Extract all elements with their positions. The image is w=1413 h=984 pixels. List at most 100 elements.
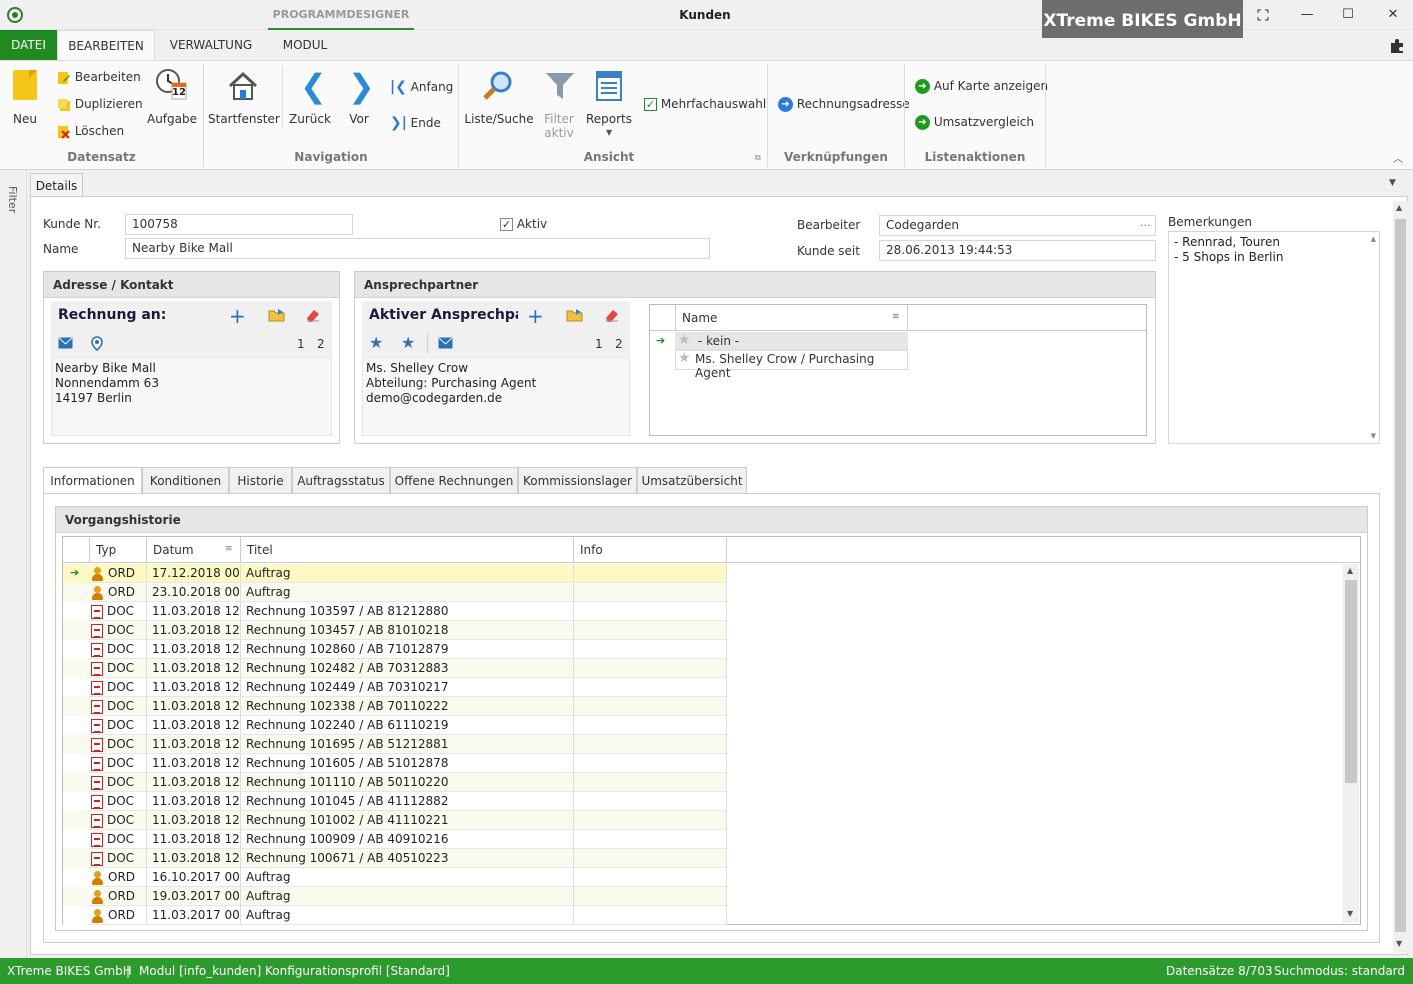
star-icon[interactable]: ★ <box>369 333 383 352</box>
first-button[interactable]: |❮ Anfang <box>390 79 453 95</box>
compare-button[interactable]: ➜ Umsatzvergleich <box>915 115 1034 130</box>
scroll-up-icon[interactable]: ▲ <box>1347 566 1353 575</box>
table-row[interactable]: DOC 11.03.2018 12:...Rechnung 103457 / AB… <box>63 621 727 640</box>
map-button[interactable]: ➜ Auf Karte anzeigen <box>915 79 1048 94</box>
table-row[interactable]: ORD 11.03.2017 00:...Auftrag <box>63 906 727 925</box>
collapse-ribbon-icon[interactable]: ︿ <box>1393 150 1403 165</box>
tab-konditionen[interactable]: Konditionen <box>142 467 229 494</box>
tab-auftragsstatus[interactable]: Auftragsstatus <box>292 467 390 494</box>
history-scrollbar[interactable]: ▲ ▼ <box>1343 564 1359 923</box>
tab-offene-rechnungen[interactable]: Offene Rechnungen <box>390 467 518 494</box>
dialog-launcher-icon[interactable]: ⧉ <box>755 153 761 163</box>
filter-column-icon[interactable]: ≡ <box>892 312 900 322</box>
reports-button[interactable] <box>594 70 624 105</box>
mail-icon[interactable] <box>58 337 73 352</box>
remarks-field[interactable]: - Rennrad, Touren - 5 Shops in Berlin ▲ … <box>1168 231 1380 444</box>
puzzle-icon[interactable] <box>1389 38 1405 57</box>
table-row[interactable]: DOC 11.03.2018 12:...Rechnung 100909 / AB… <box>63 830 727 849</box>
customer-no-field[interactable]: 100758 <box>125 214 353 235</box>
scroll-down-icon[interactable]: ▼ <box>1371 432 1376 440</box>
table-row[interactable]: DOC 11.03.2018 12:...Rechnung 102860 / AB… <box>63 640 727 659</box>
filter-button[interactable] <box>544 70 576 105</box>
task-button[interactable]: 12 <box>154 68 188 102</box>
home-button[interactable] <box>227 70 259 105</box>
table-row[interactable]: ORD 23.10.2018 00:...Auftrag <box>63 583 727 602</box>
pane-scroll-thumb[interactable] <box>1395 219 1406 932</box>
filter-sidebar-label[interactable]: Filter <box>6 186 19 213</box>
tab-historie[interactable]: Historie <box>229 467 292 494</box>
editor-field[interactable]: Codegarden <box>879 215 1156 236</box>
scroll-up-icon[interactable]: ▲ <box>1371 235 1376 243</box>
back-arrow-icon[interactable]: ❮ <box>300 70 327 102</box>
close-button[interactable]: ✕ <box>1373 0 1413 30</box>
contact-row[interactable]: ★ Ms. Shelley Crow / Purchasing Agent <box>675 350 908 380</box>
scroll-down-icon[interactable]: ▼ <box>1396 939 1402 948</box>
location-pin-icon[interactable] <box>91 336 103 354</box>
last-button[interactable]: ❯| Ende <box>390 115 441 131</box>
restore-icon[interactable] <box>1243 0 1283 30</box>
table-row[interactable]: DOC 11.03.2018 12:...Rechnung 101002 / AB… <box>63 811 727 830</box>
table-row[interactable]: DOC 11.03.2018 12:...Rechnung 102338 / AB… <box>63 697 727 716</box>
chevron-down-icon[interactable]: ▼ <box>606 128 612 137</box>
tab-bearbeiten[interactable]: BEARBEITEN <box>57 30 155 60</box>
tab-kommissionslager[interactable]: Kommissionslager <box>518 467 637 494</box>
table-row[interactable]: DOC 11.03.2018 12:...Rechnung 102482 / AB… <box>63 659 727 678</box>
chevron-down-icon[interactable]: ▼ <box>1389 178 1396 188</box>
table-row[interactable]: ORD 19.03.2017 00:...Auftrag <box>63 887 727 906</box>
history-column-typ[interactable]: Typ <box>96 543 116 557</box>
table-row[interactable]: DOC 11.03.2018 12:...Rechnung 102240 / AB… <box>63 716 727 735</box>
contact-page-2[interactable]: 2 <box>615 337 623 351</box>
scroll-down-icon[interactable]: ▼ <box>1347 909 1353 918</box>
minimize-button[interactable]: — <box>1287 0 1327 30</box>
table-row[interactable]: DOC 11.03.2018 12:...Rechnung 103597 / AB… <box>63 602 727 621</box>
eraser-icon[interactable] <box>305 308 321 325</box>
editor-lookup-button[interactable]: ... <box>1140 216 1151 229</box>
tab-datei[interactable]: DATEI <box>0 30 57 60</box>
home-label[interactable]: Startfenster <box>208 112 280 126</box>
duplicate-button[interactable]: Duplizieren <box>57 97 143 112</box>
new-label[interactable]: Neu <box>6 112 44 126</box>
table-row[interactable]: DOC 11.03.2018 12:...Rechnung 101110 / AB… <box>63 773 727 792</box>
forward-arrow-icon[interactable]: ❯ <box>348 70 375 102</box>
contact-page-1[interactable]: 1 <box>595 337 603 351</box>
task-label[interactable]: Aufgabe <box>145 112 199 126</box>
new-button[interactable] <box>12 70 38 102</box>
edit-button[interactable]: Bearbeiten <box>57 70 141 85</box>
history-column-info[interactable]: Info <box>580 543 603 557</box>
search-label[interactable]: Liste/Suche <box>463 112 535 126</box>
table-row[interactable]: ORD 16.10.2017 00:...Auftrag <box>63 868 727 887</box>
tab-informationen[interactable]: Informationen <box>43 467 142 494</box>
address-page-1[interactable]: 1 <box>297 337 305 351</box>
scroll-up-icon[interactable]: ▲ <box>1396 203 1402 212</box>
table-row[interactable]: DOC 11.03.2018 12:...Rechnung 101605 / AB… <box>63 754 727 773</box>
add-icon[interactable]: + <box>229 304 246 328</box>
search-button[interactable] <box>482 70 514 105</box>
add-icon[interactable]: + <box>527 304 544 328</box>
invoice-address-button[interactable]: ➜ Rechnungsadresse <box>778 97 910 112</box>
table-row[interactable]: DOC 11.03.2018 12:...Rechnung 100671 / AB… <box>63 849 727 868</box>
table-row[interactable]: ➔ ORD 17.12.2018 00:...Auftrag <box>63 564 727 583</box>
multi-select-toggle[interactable]: ✓ Mehrfachauswahl <box>644 97 766 111</box>
star-icon[interactable]: ★ <box>401 333 415 352</box>
back-button[interactable]: Zurück <box>288 112 332 126</box>
reports-label[interactable]: Reports <box>584 112 634 126</box>
forward-button[interactable]: Vor <box>340 112 378 126</box>
history-column-datum[interactable]: Datum <box>153 543 194 557</box>
address-page-2[interactable]: 2 <box>317 337 325 351</box>
pane-scrollbar[interactable]: ▲ ▼ <box>1393 201 1408 953</box>
tab-verwaltung[interactable]: VERWALTUNG <box>160 30 262 60</box>
delete-button[interactable]: Löschen <box>57 124 124 139</box>
name-field[interactable]: Nearby Bike Mall <box>125 238 710 259</box>
table-row[interactable]: DOC 11.03.2018 12:...Rechnung 101045 / AB… <box>63 792 727 811</box>
table-row[interactable]: DOC 11.03.2018 12:...Rechnung 102449 / AB… <box>63 678 727 697</box>
app-icon[interactable] <box>7 7 23 23</box>
tab-details[interactable]: Details <box>30 173 83 197</box>
maximize-button[interactable]: ☐ <box>1328 0 1368 30</box>
contact-name-column-header[interactable]: Name <box>682 311 717 325</box>
history-column-titel[interactable]: Titel <box>247 543 273 557</box>
table-row[interactable]: DOC 11.03.2018 12:...Rechnung 101695 / AB… <box>63 735 727 754</box>
history-scroll-thumb[interactable] <box>1345 580 1357 783</box>
filter-sidebar[interactable] <box>0 171 27 958</box>
tab-umsatzuebersicht[interactable]: Umsatzübersicht <box>637 467 747 494</box>
since-field[interactable]: 28.06.2013 19:44:53 <box>879 240 1156 261</box>
